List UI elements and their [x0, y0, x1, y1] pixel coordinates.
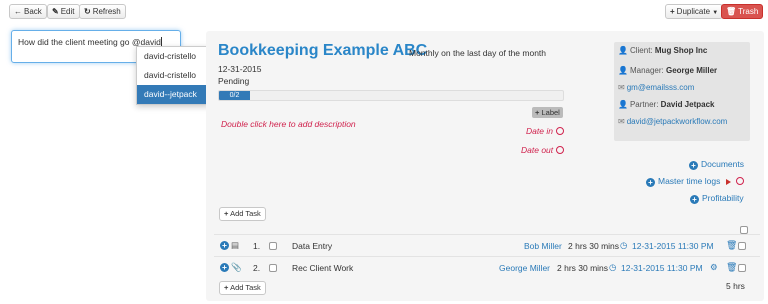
task-due-date[interactable]: 12-31-2015 11:30 PM: [632, 241, 714, 251]
job-title: Bookkeeping Example ABC: [218, 42, 428, 59]
gear-icon[interactable]: ⚙: [710, 262, 718, 273]
profitability-link[interactable]: + Profitability: [690, 193, 744, 204]
task-duration: 2 hrs 30 mins: [568, 241, 620, 251]
user-icon: 👤: [618, 66, 628, 75]
label-button[interactable]: + Label: [532, 107, 563, 118]
task-select-checkbox[interactable]: [738, 242, 746, 250]
description-placeholder[interactable]: Double click here to add description: [221, 119, 356, 129]
refresh-button[interactable]: ↻ Refresh: [79, 4, 126, 19]
clock-icon: [556, 146, 565, 154]
user-icon: 👤: [618, 100, 628, 109]
expand-icon[interactable]: +: [220, 263, 229, 272]
mention-option[interactable]: david-cristello: [137, 47, 209, 66]
job-status: Pending: [218, 76, 250, 86]
envelope-icon: ✉: [618, 117, 625, 126]
documents-link[interactable]: + Documents: [689, 159, 744, 170]
plus-circle-icon: +: [690, 195, 699, 204]
arrow-left-icon: ←: [14, 7, 22, 16]
job-date: 12-31-2015: [218, 64, 262, 74]
progress-fill: 0/2: [219, 91, 250, 100]
task-row: + 📎 2. Rec Client Work George Miller 2 h…: [214, 256, 760, 278]
master-time-logs-link[interactable]: + Master time logs: [646, 176, 720, 187]
task-number: 1.: [253, 241, 261, 251]
select-all-checkbox[interactable]: [740, 226, 748, 234]
task-select-checkbox[interactable]: [738, 264, 746, 272]
task-due-date[interactable]: 12-31-2015 11:30 PM: [621, 263, 703, 273]
edit-icon: ✎: [52, 7, 59, 16]
play-icon[interactable]: [726, 179, 731, 185]
manager-row: 👤 Manager: George Miller: [618, 66, 718, 75]
mention-option[interactable]: david-cristello: [137, 66, 209, 85]
duplicate-button[interactable]: + Duplicate ▼: [665, 4, 724, 19]
add-task-button[interactable]: + Add Task: [219, 207, 266, 221]
task-row: + ▤ 1. Data Entry Bob Miller 2 hrs 30 mi…: [214, 234, 760, 256]
clock-icon: ◷: [620, 240, 628, 250]
plus-icon: +: [224, 209, 229, 218]
refresh-icon: ↻: [84, 7, 91, 16]
task-duration: 2 hrs 30 mins: [557, 263, 609, 273]
caret-down-icon: ▼: [712, 10, 719, 16]
plus-circle-icon: +: [689, 161, 698, 170]
paperclip-icon: 📎: [231, 262, 242, 272]
manager-email-link[interactable]: gm@emailsss.com: [627, 83, 695, 92]
mention-option-selected[interactable]: david--jetpack: [137, 85, 209, 104]
partner-email-row: ✉ david@jetpackworkflow.com: [618, 117, 727, 126]
clock-icon: [555, 127, 564, 135]
task-checkbox[interactable]: [269, 264, 277, 272]
client-row: 👤 Client: Mug Shop Inc: [618, 46, 708, 55]
edit-button[interactable]: ✎ Edit: [47, 4, 80, 19]
expand-icon[interactable]: +: [220, 241, 229, 250]
task-assignee[interactable]: Bob Miller: [524, 241, 562, 251]
task-assignee[interactable]: George Miller: [499, 263, 550, 273]
list-icon: ▤: [231, 240, 240, 250]
clock-icon[interactable]: [736, 177, 744, 185]
envelope-icon: ✉: [618, 83, 625, 92]
plus-icon: +: [670, 7, 675, 16]
add-task-button[interactable]: + Add Task: [219, 281, 266, 295]
partner-email-link[interactable]: david@jetpackworkflow.com: [627, 117, 728, 126]
date-in[interactable]: Date in: [526, 126, 564, 136]
plus-icon: +: [224, 283, 229, 292]
partner-row: 👤 Partner: David Jetpack: [618, 100, 715, 109]
back-button[interactable]: ← Back: [9, 4, 47, 19]
mention-dropdown: david-cristello david-cristello david--j…: [136, 46, 210, 105]
plus-icon: +: [535, 108, 540, 117]
trash-button[interactable]: 🗑 Trash: [721, 4, 764, 19]
manager-email-row: ✉ gm@emailsss.com: [618, 83, 694, 92]
trash-icon[interactable]: 🗑: [726, 262, 737, 273]
task-checkbox[interactable]: [269, 242, 277, 250]
trash-icon: 🗑: [726, 7, 737, 16]
task-number: 2.: [253, 263, 261, 273]
task-name[interactable]: Data Entry: [292, 241, 332, 251]
job-recurrence: Monthly on the last day of the month: [409, 48, 547, 58]
user-icon: 👤: [618, 46, 628, 55]
clock-icon: ◷: [609, 262, 617, 272]
plus-circle-icon: +: [646, 178, 655, 187]
total-hours: 5 hrs: [726, 281, 745, 291]
trash-icon[interactable]: 🗑: [726, 240, 737, 251]
task-name[interactable]: Rec Client Work: [292, 263, 353, 273]
progress-bar: 0/2: [218, 90, 564, 101]
date-out[interactable]: Date out: [521, 145, 565, 155]
